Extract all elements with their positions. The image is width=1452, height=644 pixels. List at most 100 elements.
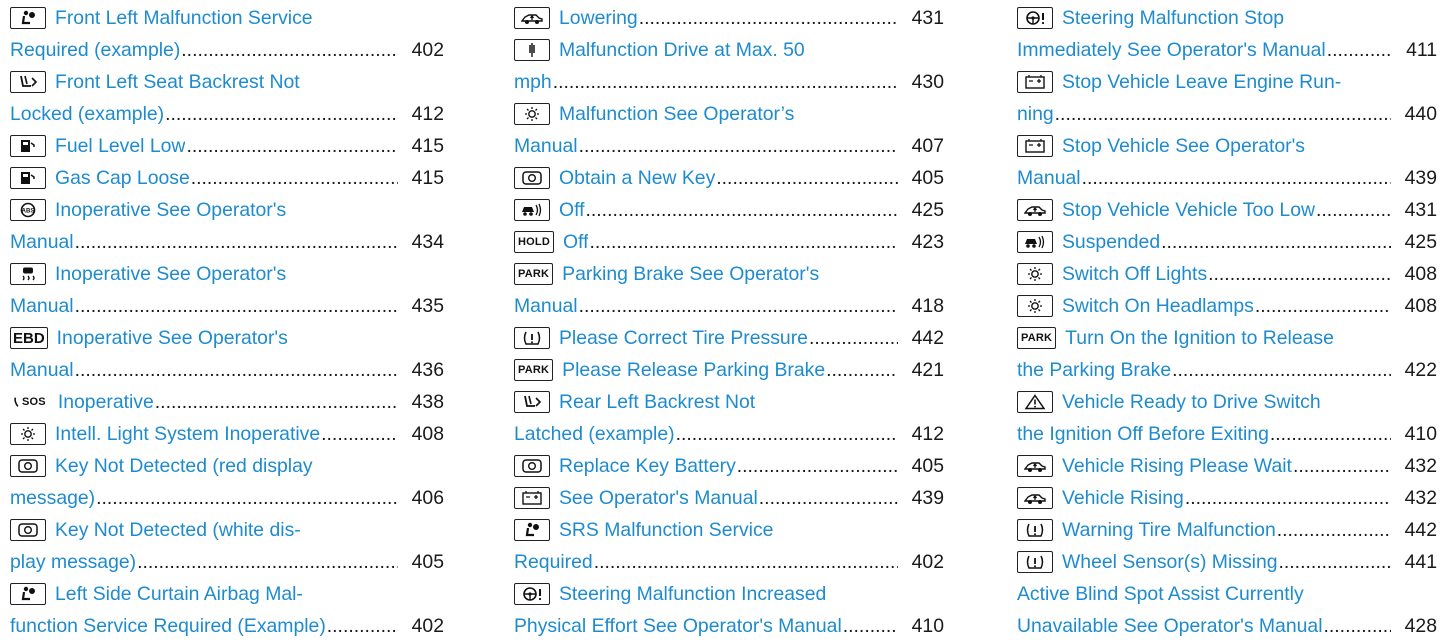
entry-title[interactable]: Inoperative See Operator's xyxy=(57,322,288,354)
index-entry[interactable]: HOLD Off 423 xyxy=(514,226,944,258)
entry-title[interactable]: Manual xyxy=(10,290,74,322)
entry-title[interactable]: Key Not Detected (white dis- xyxy=(55,514,301,546)
index-entry[interactable]: Replace Key Battery 405 xyxy=(514,450,944,482)
entry-title[interactable]: Locked (example) xyxy=(10,98,164,130)
entry-title[interactable]: Inoperative See Operator's xyxy=(55,194,286,226)
index-entry[interactable]: PARK Please Release Parking Brake 421 xyxy=(514,354,944,386)
index-entry[interactable]: Obtain a New Key 405 xyxy=(514,162,944,194)
entry-title[interactable]: Wheel Sensor(s) Missing xyxy=(1062,546,1278,578)
entry-title[interactable]: Malfunction See Operator’s xyxy=(559,98,794,130)
entry-title[interactable]: Lowering xyxy=(559,2,638,34)
entry-title[interactable]: Stop Vehicle Vehicle Too Low xyxy=(1062,194,1315,226)
entry-title[interactable]: Malfunction Drive at Max. 50 xyxy=(559,34,805,66)
entry-title[interactable]: Gas Cap Loose xyxy=(55,162,190,194)
entry-title[interactable]: Turn On the Ignition to Release xyxy=(1065,322,1334,354)
index-entry[interactable]: Gas Cap Loose 415 xyxy=(10,162,444,194)
entry-title[interactable]: ning xyxy=(1017,98,1054,130)
index-entry[interactable]: Please Correct Tire Pressure 442 xyxy=(514,322,944,354)
entry-title[interactable]: the Ignition Off Before Exiting xyxy=(1017,418,1269,450)
entry-title[interactable]: Manual xyxy=(10,226,74,258)
index-entry[interactable]: Vehicle Ready to Drive Switch the Ignitio… xyxy=(1017,386,1437,450)
entry-title[interactable]: Immediately See Operator's Manual xyxy=(1017,34,1326,66)
index-entry[interactable]: Steering Malfunction Stop Immediately See… xyxy=(1017,2,1437,66)
entry-title[interactable]: Left Side Curtain Airbag Mal- xyxy=(55,578,303,610)
entry-title[interactable]: See Operator's Manual xyxy=(559,482,758,514)
entry-title[interactable]: Obtain a New Key xyxy=(559,162,715,194)
index-entry[interactable]: Left Side Curtain Airbag Mal-function Se… xyxy=(10,578,444,642)
index-entry[interactable]: Key Not Detected (white dis-play message… xyxy=(10,514,444,578)
entry-title[interactable]: Unavailable See Operator's Manual xyxy=(1017,610,1323,642)
entry-title[interactable]: Vehicle Rising Please Wait xyxy=(1062,450,1292,482)
index-entry[interactable]: Switch Off Lights 408 xyxy=(1017,258,1437,290)
entry-title[interactable]: Vehicle Rising xyxy=(1062,482,1184,514)
index-entry[interactable]: PARK Parking Brake See Operator'sManual 41… xyxy=(514,258,944,322)
index-entry[interactable]: Off 425 xyxy=(514,194,944,226)
entry-title[interactable]: Replace Key Battery xyxy=(559,450,736,482)
entry-title[interactable]: Stop Vehicle Leave Engine Run- xyxy=(1062,66,1341,98)
entry-title[interactable]: Physical Effort See Operator's Manual xyxy=(514,610,842,642)
index-entry[interactable]: Rear Left Backrest NotLatched (example) 4… xyxy=(514,386,944,450)
index-entry[interactable]: Steering Malfunction Increased Physical E… xyxy=(514,578,944,642)
entry-title[interactable]: Please Release Parking Brake xyxy=(562,354,825,386)
index-entry[interactable]: Intell. Light System Inoperative 408 xyxy=(10,418,444,450)
index-entry[interactable]: See Operator's Manual 439 xyxy=(514,482,944,514)
entry-title[interactable]: Manual xyxy=(514,290,578,322)
entry-title[interactable]: Manual xyxy=(514,130,578,162)
entry-title[interactable]: Stop Vehicle See Operator's xyxy=(1062,130,1305,162)
entry-title[interactable]: function Service Required (Example) xyxy=(10,610,326,642)
index-entry[interactable]: Switch On Headlamps 408 xyxy=(1017,290,1437,322)
index-entry[interactable]: Lowering 431 xyxy=(514,2,944,34)
entry-title[interactable]: Vehicle Ready to Drive Switch xyxy=(1062,386,1321,418)
entry-title[interactable]: the Parking Brake xyxy=(1017,354,1171,386)
index-entry[interactable]: Front Left Malfunction Service Required (… xyxy=(10,2,444,66)
index-entry[interactable]: Inoperative See Operator'sManual 435 xyxy=(10,258,444,322)
entry-title[interactable]: Latched (example) xyxy=(514,418,675,450)
index-entry[interactable]: Warning Tire Malfunction 442 xyxy=(1017,514,1437,546)
entry-title[interactable]: Front Left Malfunction Service xyxy=(55,2,313,34)
index-entry[interactable]: Key Not Detected (red displaymessage) 406 xyxy=(10,450,444,514)
index-entry[interactable]: SOS Inoperative 438 xyxy=(10,386,444,418)
entry-title[interactable]: Steering Malfunction Stop xyxy=(1062,2,1284,34)
index-entry[interactable]: Front Left Seat Backrest Not Locked (exam… xyxy=(10,66,444,130)
index-entry[interactable]: Vehicle Rising Please Wait 432 xyxy=(1017,450,1437,482)
index-entry[interactable]: Suspended 425 xyxy=(1017,226,1437,258)
index-entry[interactable]: Stop Vehicle See Operator'sManual 439 xyxy=(1017,130,1437,194)
entry-title[interactable]: Please Correct Tire Pressure xyxy=(559,322,808,354)
entry-title[interactable]: Off xyxy=(563,226,589,258)
index-entry[interactable]: Malfunction See Operator’sManual 407 xyxy=(514,98,944,162)
index-entry[interactable]: Active Blind Spot Assist Currently Unavai… xyxy=(1017,578,1437,642)
entry-title[interactable]: Warning Tire Malfunction xyxy=(1062,514,1276,546)
entry-title[interactable]: Intell. Light System Inoperative xyxy=(55,418,320,450)
entry-title[interactable]: Suspended xyxy=(1062,226,1160,258)
entry-title[interactable]: Manual xyxy=(1017,162,1081,194)
entry-title[interactable]: play message) xyxy=(10,546,136,578)
entry-title[interactable]: Manual xyxy=(10,354,74,386)
index-entry[interactable]: Fuel Level Low 415 xyxy=(10,130,444,162)
index-entry[interactable]: PARK Turn On the Ignition to Release the P… xyxy=(1017,322,1437,386)
index-entry[interactable]: Wheel Sensor(s) Missing 441 xyxy=(1017,546,1437,578)
entry-title[interactable]: Active Blind Spot Assist Currently xyxy=(1017,578,1304,610)
index-entry[interactable]: EBD Inoperative See Operator'sManual 436 xyxy=(10,322,444,386)
index-entry[interactable]: Stop Vehicle Vehicle Too Low 431 xyxy=(1017,194,1437,226)
entry-title[interactable]: Required xyxy=(514,546,593,578)
index-entry[interactable]: Vehicle Rising 432 xyxy=(1017,482,1437,514)
entry-title[interactable]: Front Left Seat Backrest Not xyxy=(55,66,300,98)
index-entry[interactable]: Malfunction Drive at Max. 50mph 430 xyxy=(514,34,944,98)
entry-title[interactable]: Switch On Headlamps xyxy=(1062,290,1254,322)
index-entry[interactable]: SRS Malfunction ServiceRequired 402 xyxy=(514,514,944,578)
entry-title[interactable]: Steering Malfunction Increased xyxy=(559,578,826,610)
entry-title[interactable]: Fuel Level Low xyxy=(55,130,185,162)
entry-title[interactable]: Rear Left Backrest Not xyxy=(559,386,755,418)
entry-title[interactable]: Key Not Detected (red display xyxy=(55,450,313,482)
entry-title[interactable]: Inoperative See Operator's xyxy=(55,258,286,290)
index-entry[interactable]: Stop Vehicle Leave Engine Run-ning 440 xyxy=(1017,66,1437,130)
entry-title[interactable]: message) xyxy=(10,482,95,514)
entry-title[interactable]: mph xyxy=(514,66,552,98)
entry-title[interactable]: Switch Off Lights xyxy=(1062,258,1207,290)
entry-title[interactable]: Required (example) xyxy=(10,34,180,66)
index-entry[interactable]: ABS Inoperative See Operator'sManual 434 xyxy=(10,194,444,258)
entry-title[interactable]: Inoperative xyxy=(58,386,154,418)
entry-title[interactable]: SRS Malfunction Service xyxy=(559,514,773,546)
entry-title[interactable]: Off xyxy=(559,194,585,226)
entry-title[interactable]: Parking Brake See Operator's xyxy=(562,258,819,290)
